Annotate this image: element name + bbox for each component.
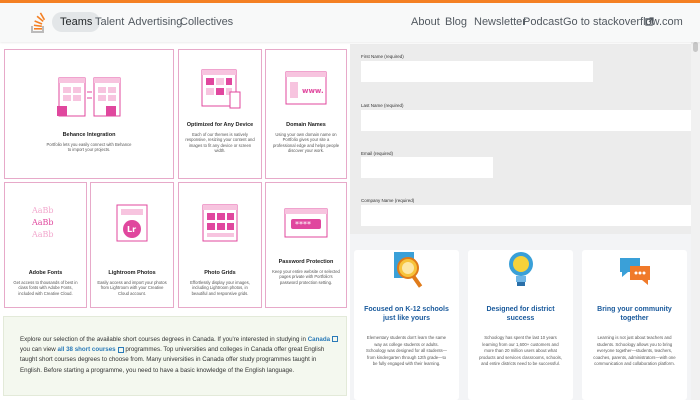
feature-title: Domain Names xyxy=(286,122,326,128)
courses-text-2: you can view xyxy=(20,346,58,354)
feature-title: Photo Grids xyxy=(204,270,236,276)
last-name-input[interactable] xyxy=(361,110,691,131)
nav-blog[interactable]: Blog xyxy=(445,16,467,28)
top-navigation-bar: Teams Talent Advertising Collectives Abo… xyxy=(0,0,700,42)
feature-card-device: Optimized for Any Device Each of our the… xyxy=(178,49,262,179)
all-short-courses-link[interactable]: all 38 short courses xyxy=(58,346,116,353)
courses-text-1: Explore our selection of the available s… xyxy=(20,336,308,343)
nav-podcast[interactable]: Podcast xyxy=(523,16,563,28)
school-card-description: Schoology has spent the last 10 years le… xyxy=(479,335,562,366)
feature-description: Keep your entire website or selected pag… xyxy=(272,269,340,285)
courses-info-box: Explore our selection of the available s… xyxy=(3,316,347,396)
feature-description: Each of our themes is natively responsiv… xyxy=(185,132,255,154)
feature-description: Using your own domain name on Portfolio … xyxy=(272,132,340,154)
school-card-title: Focused on K-12 schools just like yours xyxy=(364,306,449,322)
stackoverflow-logo-icon[interactable] xyxy=(28,9,48,37)
schoology-features-section: Focused on K-12 schools just like yours … xyxy=(350,234,691,400)
page-scrollbar[interactable] xyxy=(691,42,700,400)
feature-title: Lightroom Photos xyxy=(108,270,156,276)
feature-description: Get access to thousands of best in class… xyxy=(13,280,78,296)
feature-card-photo-grids: Photo Grids Effortlessly display your im… xyxy=(178,182,262,308)
feature-card-adobe-fonts: AaBb AaBb AaBb Adobe Fonts Get access to… xyxy=(4,182,87,308)
nav-about[interactable]: About xyxy=(411,16,440,28)
canada-link[interactable]: Canada xyxy=(308,336,330,343)
courses-paragraph: Explore our selection of the available s… xyxy=(20,335,340,376)
feature-description: Portfolio lets you easily connect with B… xyxy=(46,142,132,153)
contact-form: First Name (required) Last Name (require… xyxy=(350,44,691,234)
password-icon: **** xyxy=(284,208,328,238)
nav-teams[interactable]: Teams xyxy=(52,12,101,32)
lightbulb-icon xyxy=(509,252,533,286)
email-input[interactable] xyxy=(361,157,493,178)
svg-text:****: **** xyxy=(295,220,311,229)
feature-title: Behance Integration xyxy=(62,132,116,138)
nav-collectives[interactable]: Collectives xyxy=(180,16,233,28)
photo-grid-icon xyxy=(202,204,238,242)
school-card-description: Elementary students don't learn the same… xyxy=(366,335,447,366)
email-label: Email (required) xyxy=(361,151,394,156)
feature-title: Adobe Fonts xyxy=(28,270,63,276)
school-card-community: Bring your community together Learning i… xyxy=(582,250,687,400)
school-card-title: Bring your community together xyxy=(597,306,672,322)
nav-talent[interactable]: Talent xyxy=(95,16,124,28)
svg-text:AaBb: AaBb xyxy=(31,230,54,239)
nav-newsletter[interactable]: Newsletter xyxy=(474,16,526,28)
svg-text:AaBb: AaBb xyxy=(31,206,54,215)
feature-card-behance: Behance Integration Portfolio lets you e… xyxy=(4,49,174,179)
chat-bubbles-icon xyxy=(620,258,650,285)
school-card-k12: Focused on K-12 schools just like yours … xyxy=(354,250,459,400)
magnifier-icon xyxy=(394,252,423,288)
nav-stackoverflow-link[interactable]: Go to stackoverflow.com xyxy=(563,16,683,28)
feature-card-lightroom: Lr Lightroom Photos Easily access and im… xyxy=(90,182,174,308)
device-grid-icon xyxy=(201,69,241,109)
lightroom-icon: Lr xyxy=(116,204,148,242)
first-name-label: First Name (required) xyxy=(361,54,404,59)
company-name-input[interactable] xyxy=(361,205,691,226)
features-section: Behance Integration Portfolio lets you e… xyxy=(0,44,350,310)
behance-integration-icon xyxy=(57,77,121,117)
feature-card-password: **** Password Protection Keep your entir… xyxy=(265,182,347,308)
courses-section: Explore our selection of the available s… xyxy=(0,310,350,400)
school-card-district: Designed for district success Schoology … xyxy=(468,250,573,400)
svg-text:Lr: Lr xyxy=(127,225,136,234)
feature-title: Password Protection xyxy=(278,259,334,265)
svg-text:www.: www. xyxy=(302,87,324,95)
svg-text:AaBb: AaBb xyxy=(31,218,54,227)
company-name-label: Company Name (required) xyxy=(361,198,415,203)
last-name-label: Last Name (required) xyxy=(361,103,404,108)
external-link-icon xyxy=(645,17,654,26)
feature-title: Optimized for Any Device xyxy=(186,122,254,128)
feature-description: Easily access and import your photos fro… xyxy=(97,280,167,296)
first-name-input[interactable] xyxy=(361,61,593,82)
nav-advertising[interactable]: Advertising xyxy=(128,16,182,28)
feature-card-domain: www. Domain Names Using your own domain … xyxy=(265,49,347,179)
feature-description: Effortlessly display your images, includ… xyxy=(190,280,250,296)
scrollbar-thumb[interactable] xyxy=(693,42,698,52)
domain-www-icon: www. xyxy=(285,71,327,105)
adobe-fonts-icon: AaBb AaBb AaBb xyxy=(31,206,54,239)
external-box-icon xyxy=(332,336,339,343)
school-card-title: Designed for district success xyxy=(486,306,555,322)
school-card-description: Learning is not just about teachers and … xyxy=(593,335,676,366)
